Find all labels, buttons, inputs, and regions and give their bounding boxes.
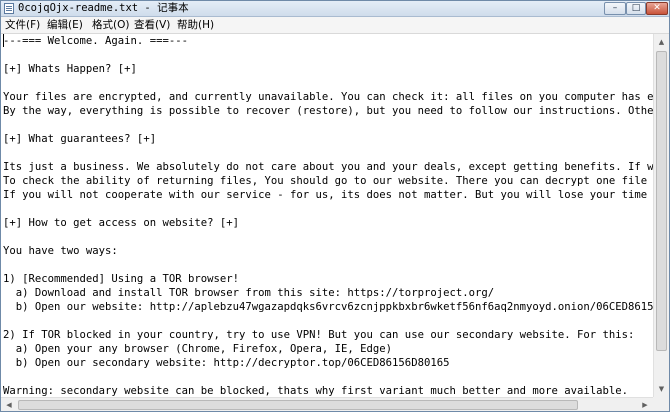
- text-line: By the way, everything is possible to re…: [3, 105, 653, 117]
- menu-file[interactable]: 文件(F): [5, 17, 40, 33]
- minimize-button[interactable]: –: [604, 2, 626, 15]
- vertical-scrollbar[interactable]: ▲ ▼: [653, 34, 669, 397]
- scroll-up-arrow-icon[interactable]: ▲: [654, 34, 669, 50]
- text-line: 1) [Recommended] Using a TOR browser!: [3, 273, 239, 285]
- text-line: a) Open your any browser (Chrome, Firefo…: [3, 343, 393, 355]
- text-line: [+] What guarantees? [+]: [3, 133, 157, 145]
- scroll-right-arrow-icon[interactable]: ▶: [637, 398, 653, 411]
- text-line: Its just a business. We absolutely do no…: [3, 161, 653, 173]
- horizontal-scroll-thumb[interactable]: [18, 400, 578, 410]
- text-line: b) Open our website: http://aplebzu47wga…: [3, 301, 653, 313]
- text-line: ---=== Welcome. Again. ===---: [3, 35, 188, 47]
- size-grip[interactable]: [653, 397, 669, 411]
- text-line: Warning: secondary website can be blocke…: [3, 385, 629, 397]
- text-line: 2) If TOR blocked in your country, try t…: [3, 329, 635, 341]
- text-line: If you will not cooperate with our servi…: [3, 189, 648, 201]
- text-line: You have two ways:: [3, 245, 118, 257]
- text-editor[interactable]: ---=== Welcome. Again. ===--- [+] Whats H…: [1, 34, 653, 397]
- text-line: Your files are encrypted, and currently …: [3, 91, 653, 103]
- text-line: b) Open our secondary website: http://de…: [3, 357, 450, 369]
- text-line: [+] How to get access on website? [+]: [3, 217, 239, 229]
- menu-view[interactable]: 查看(V): [134, 17, 170, 33]
- window-title: 0cojqOjx-readme.txt - 记事本: [18, 2, 189, 14]
- text-line: [+] Whats Happen? [+]: [3, 63, 137, 75]
- menu-edit[interactable]: 编辑(E): [47, 17, 83, 33]
- menu-help[interactable]: 帮助(H): [177, 17, 214, 33]
- scroll-left-arrow-icon[interactable]: ◀: [1, 398, 17, 411]
- notepad-window: 0cojqOjx-readme.txt - 记事本 – □ ✕ 文件(F) 编辑…: [0, 0, 670, 412]
- horizontal-scrollbar[interactable]: ◀ ▶: [1, 397, 653, 411]
- close-button[interactable]: ✕: [646, 2, 668, 15]
- notepad-icon[interactable]: [4, 3, 14, 14]
- text-line: a) Download and install TOR browser from…: [3, 287, 495, 299]
- menu-bar: 文件(F) 编辑(E) 格式(O) 查看(V) 帮助(H): [1, 17, 669, 34]
- maximize-button[interactable]: □: [626, 2, 646, 15]
- title-bar[interactable]: 0cojqOjx-readme.txt - 记事本 – □ ✕: [1, 1, 669, 17]
- vertical-scroll-thumb[interactable]: [656, 51, 667, 351]
- scroll-down-arrow-icon[interactable]: ▼: [654, 381, 669, 397]
- menu-format[interactable]: 格式(O): [92, 17, 129, 33]
- text-line: To check the ability of returning files,…: [3, 175, 648, 187]
